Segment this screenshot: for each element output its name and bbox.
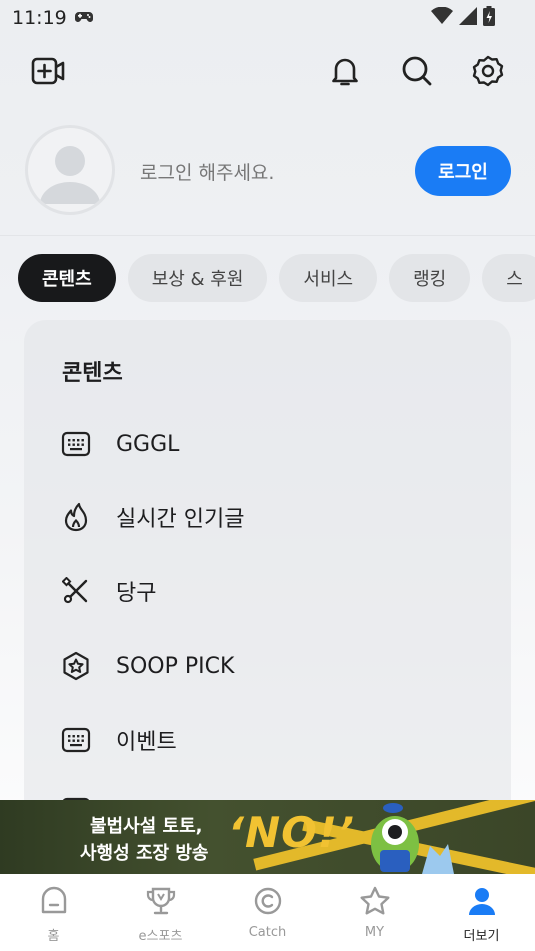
star-icon bbox=[359, 886, 391, 920]
keyboard-icon bbox=[60, 724, 92, 756]
nav-label: MY bbox=[364, 925, 385, 940]
divider bbox=[0, 235, 535, 236]
bell-icon[interactable] bbox=[323, 49, 367, 93]
avatar bbox=[25, 125, 115, 215]
mascot-illustration-icon bbox=[360, 802, 460, 874]
signal-icon bbox=[459, 7, 477, 29]
tab-contents[interactable]: 콘텐츠 bbox=[18, 254, 116, 302]
menu-item-realtime-popular[interactable]: 실시간 인기글 bbox=[60, 497, 480, 537]
section-title: 콘텐츠 bbox=[62, 361, 123, 386]
billiards-cue-icon bbox=[60, 575, 92, 607]
nav-my[interactable]: MY bbox=[321, 874, 428, 951]
nav-esports[interactable]: e스포츠 bbox=[107, 874, 214, 951]
search-icon[interactable] bbox=[395, 49, 439, 93]
nav-more[interactable]: 더보기 bbox=[428, 874, 535, 951]
battery-icon bbox=[483, 6, 495, 30]
keyboard-icon bbox=[60, 428, 92, 460]
menu-item-event[interactable]: 이벤트 bbox=[60, 720, 480, 760]
nav-home[interactable]: 홈 bbox=[0, 874, 107, 951]
star-badge-icon bbox=[60, 650, 92, 682]
top-bar bbox=[0, 44, 535, 100]
menu-item-billiards[interactable]: 당구 bbox=[60, 571, 480, 611]
tab-ranking[interactable]: 랭킹 bbox=[389, 254, 471, 302]
tab-rewards-support[interactable]: 보상 & 후원 bbox=[127, 254, 268, 302]
nav-label: Catch bbox=[248, 925, 287, 940]
profile-icon bbox=[467, 886, 497, 920]
nav-label: 홈 bbox=[47, 929, 60, 944]
menu-item-soop-pick[interactable]: SOOP PICK bbox=[60, 646, 480, 686]
status-bar: 11:19 bbox=[0, 0, 535, 36]
gear-icon[interactable] bbox=[466, 49, 510, 93]
bottom-nav: 홈 e스포츠 Catch MY 더보기 bbox=[0, 874, 535, 951]
gamepad-icon bbox=[74, 10, 94, 29]
menu-item-label: SOOP PICK bbox=[116, 653, 235, 679]
add-video-icon[interactable] bbox=[26, 49, 70, 93]
home-icon bbox=[39, 886, 69, 920]
menu-item-label: 이벤트 bbox=[116, 730, 177, 755]
menu-item-label: 실시간 인기글 bbox=[116, 507, 245, 532]
banner-headline: ‘NO!’ bbox=[228, 808, 355, 857]
login-prompt: 로그인 해주세요. bbox=[140, 162, 275, 184]
catch-icon bbox=[253, 886, 283, 920]
contents-card: 콘텐츠 GGGL 실시간 인기글 당구 SOOP PICK 이벤트 bbox=[24, 320, 511, 840]
status-time: 11:19 bbox=[12, 7, 67, 29]
menu-item-label: GGGL bbox=[116, 431, 180, 457]
nav-label: 더보기 bbox=[463, 929, 500, 944]
banner-ad[interactable]: 불법사설 토토, 사행성 조장 방송 ‘NO!’ bbox=[0, 800, 535, 874]
tab-more[interactable]: 스 bbox=[482, 254, 535, 302]
flame-icon bbox=[60, 501, 92, 533]
trophy-icon bbox=[145, 886, 177, 920]
menu-item-label: 당구 bbox=[116, 581, 157, 606]
wifi-icon bbox=[431, 6, 453, 29]
nav-catch[interactable]: Catch bbox=[214, 874, 321, 951]
nav-label: e스포츠 bbox=[138, 929, 183, 944]
category-tabs: 콘텐츠 보상 & 후원 서비스 랭킹 스 bbox=[18, 254, 535, 302]
banner-text-line1: 불법사설 토토, bbox=[90, 816, 203, 837]
tab-services[interactable]: 서비스 bbox=[279, 254, 378, 302]
banner-text-line2: 사행성 조장 방송 bbox=[80, 843, 209, 864]
menu-item-gggl[interactable]: GGGL bbox=[60, 424, 480, 464]
login-button[interactable]: 로그인 bbox=[415, 146, 511, 196]
